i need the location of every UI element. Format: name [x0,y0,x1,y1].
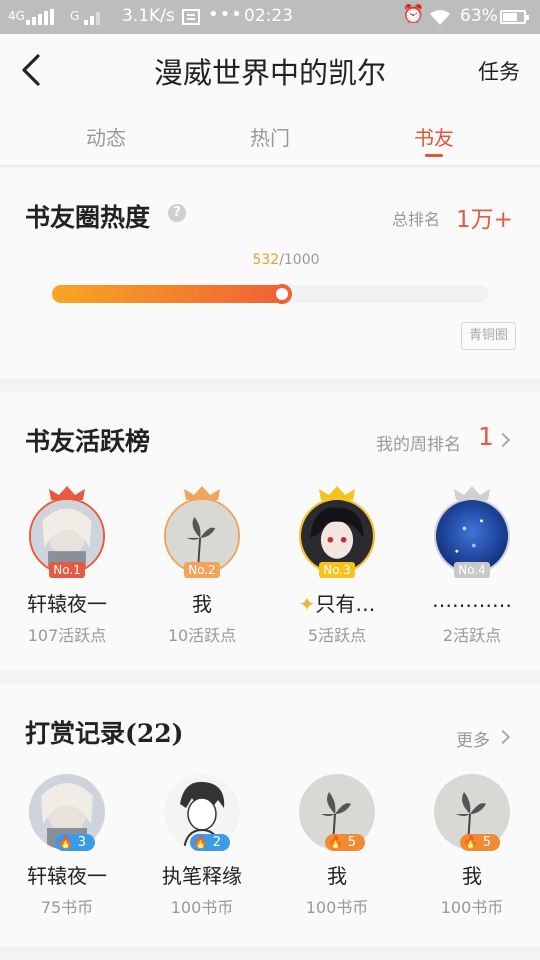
total-rank-value: 1万+ [456,207,513,233]
tab-hot[interactable]: 热门 [210,122,330,151]
more-link[interactable]: 更多 [456,726,490,751]
network-type-label-2: G [70,9,80,23]
leaderboard-member[interactable]: No.1 轩辕夜一 107活跃点 [2,486,132,656]
progress-current: 532 [252,252,280,268]
reward-amount: 100书币 [170,898,234,917]
member-name: 我 [192,592,212,616]
member-activity-points: 107活跃点 [27,626,107,645]
leaderboard-member[interactable]: No.3 ✦只有… 5活跃点 [272,486,402,656]
signal-icon-2 [84,12,100,25]
progress-readout: 532/1000 [0,252,540,268]
wifi-icon [430,10,450,25]
leaderboard-member[interactable]: No.4 ………… 2活跃点 [407,486,537,656]
member-activity-points: 10活跃点 [167,626,237,645]
network-speed: 3.1K/s [122,6,175,26]
heat-progress-fill [52,285,284,303]
chevron-right-icon[interactable] [495,729,511,745]
flame-icon: 🔥 [463,835,478,849]
fan-level-badge: 🔥 5 [460,834,500,851]
flame-icon: 🔥 [328,835,343,849]
tab-dynamics[interactable]: 动态 [46,122,166,151]
heat-progress-bar [52,284,488,304]
reward-member[interactable]: 🔥 3 轩辕夜一 75书币 [2,774,132,934]
task-button[interactable]: 任务 [478,56,520,86]
reward-amount: 100书币 [440,898,504,917]
member-name: 轩辕夜一 [27,592,107,616]
fan-level-badge: 🔥 2 [190,834,230,851]
more-notifications: ••• [208,4,243,25]
status-bar: 4G G 3.1K/s ••• 02:23 ⏰ 63% [0,0,540,34]
member-name: 我 [462,864,482,888]
notification-icon [182,9,200,25]
header: 漫威世界中的凯尔 任务 动态 热门 书友 [0,34,540,166]
network-type-label: 4G [8,9,25,23]
activity-leaderboard-card: 书友活跃榜 我的周排名 1 No.1 轩辕夜一 107活跃点 No.2 我 10… [0,392,540,670]
my-weekly-rank-value[interactable]: 1 [478,422,494,451]
member-name: ………… [432,588,512,612]
activity-board-title: 书友活跃榜 [25,427,151,456]
progress-max: /1000 [279,252,320,268]
reward-member[interactable]: 🔥 2 执笔释缘 100书币 [137,774,267,934]
fan-level-badge: 🔥 3 [55,834,95,851]
leaderboard-member[interactable]: No.2 我 10活跃点 [137,486,267,656]
reward-member[interactable]: 🔥 5 我 100书币 [272,774,402,934]
member-name: 我 [327,864,347,888]
member-activity-points: 5活跃点 [307,626,367,645]
heat-progress-knob [271,284,292,304]
reward-records-card: 打赏记录(22) 更多 🔥3 轩辕夜一 75书币 🔥2 执笔释缘 100书币 [0,684,540,946]
sparkle-icon: ✦ [298,592,316,616]
member-activity-points: 2活跃点 [442,626,502,645]
flame-icon: 🔥 [58,835,73,849]
signal-icon [26,9,54,25]
reward-records-title: 打赏记录(22) [25,719,184,748]
rank-tag: No.4 [454,562,490,578]
active-tab-indicator [425,154,443,157]
rank-tag: No.1 [49,562,85,578]
total-rank-label: 总排名 [392,210,441,229]
member-name: ✦只有… [298,592,376,616]
circle-heat-card: 书友圈热度 ? 总排名 1万+ 532/1000 青铜圈 [0,168,540,378]
page-title: 漫威世界中的凯尔 [153,56,386,90]
clock: 02:23 [244,6,293,26]
alarm-icon: ⏰ [402,4,425,25]
flame-icon: 🔥 [193,835,208,849]
tab-book-friends[interactable]: 书友 [374,122,494,151]
reward-amount: 100书币 [305,898,369,917]
chevron-right-icon[interactable] [495,432,511,448]
member-name: 轩辕夜一 [27,864,107,888]
reward-member[interactable]: 🔥 5 我 100书币 [407,774,537,934]
member-name: 执笔释缘 [162,864,242,888]
reward-amount: 75书币 [40,898,94,917]
rank-tag: No.2 [184,562,220,578]
heat-title: 书友圈热度 [25,203,151,232]
level-badge[interactable]: 青铜圈 [461,322,516,350]
question-icon[interactable]: ? [168,204,186,222]
my-weekly-rank-label[interactable]: 我的周排名 [376,430,461,455]
rank-tag: No.3 [319,562,355,578]
fan-level-badge: 🔥 5 [325,834,365,851]
battery-icon [500,10,529,24]
battery-percent: 63% [460,6,498,26]
